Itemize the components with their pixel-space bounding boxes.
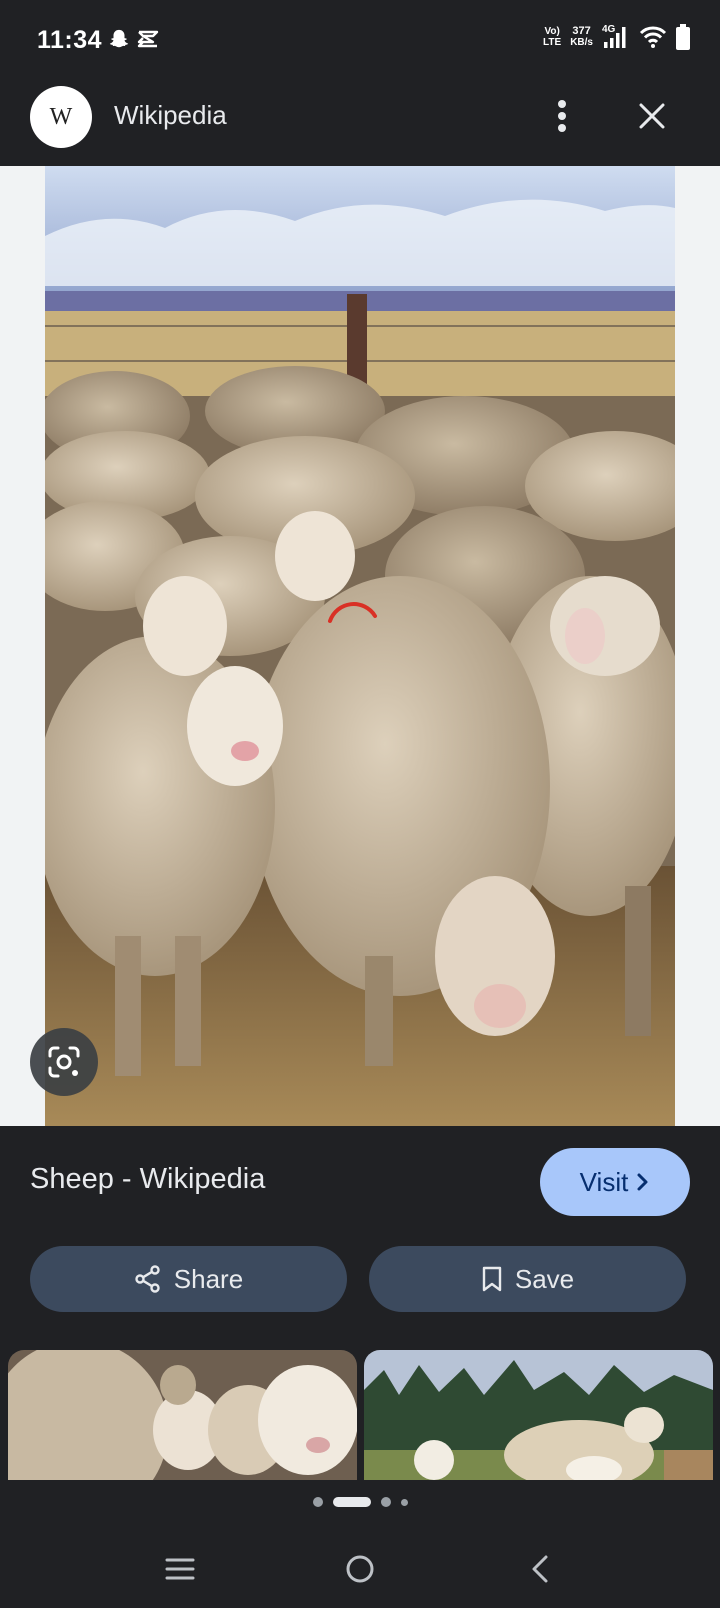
share-button[interactable]: Share [30, 1246, 347, 1312]
more-options-button[interactable] [542, 94, 582, 138]
related-image-sheep-closeup[interactable] [8, 1350, 357, 1480]
status-time: 11:34 [37, 26, 103, 54]
system-nav-bar [0, 1530, 720, 1608]
status-notification-icons [108, 28, 160, 50]
pager-dot-active [332, 1497, 371, 1507]
bookmark-icon [482, 1266, 502, 1292]
wifi-icon [639, 26, 667, 48]
more-vert-icon [558, 100, 566, 132]
signal-icon [604, 27, 626, 48]
status-bar: 11:34 Vo) LTE 377 KB/s 4G [0, 0, 720, 82]
signal-indicator: 4G [602, 24, 630, 50]
wikipedia-logo: W [49, 103, 73, 130]
save-label: Save [514, 1263, 575, 1294]
back-button[interactable] [510, 1539, 570, 1599]
recents-button[interactable] [150, 1539, 210, 1599]
site-title: Wikipedia [114, 100, 227, 130]
home-icon [346, 1555, 374, 1583]
related-image-sheep-field[interactable] [364, 1350, 713, 1480]
share-label: Share [173, 1263, 244, 1294]
pager-dot [400, 1498, 408, 1506]
site-avatar: W [30, 86, 92, 148]
close-icon [639, 103, 665, 129]
battery-icon [676, 24, 690, 50]
volte-indicator: Vo) LTE [543, 26, 562, 48]
chevron-right-icon [637, 1173, 648, 1191]
network-speed: 377 KB/s [570, 25, 593, 49]
sheep-image[interactable] [45, 166, 675, 1126]
pager-dot [312, 1497, 323, 1507]
close-button[interactable] [630, 94, 674, 138]
app-header: W Wikipedia [0, 82, 720, 166]
google-lens-button[interactable] [30, 1028, 98, 1096]
sheep-field-thumbnail [364, 1350, 713, 1480]
share-icon [135, 1265, 160, 1293]
pager-dot [380, 1497, 391, 1507]
recents-icon [165, 1558, 195, 1580]
sheep-closeup-thumbnail [8, 1350, 357, 1480]
status-system-icons: Vo) LTE 377 KB/s 4G [543, 24, 690, 50]
related-images [0, 1350, 720, 1480]
capcut-icon [137, 30, 159, 48]
back-icon [532, 1555, 548, 1583]
save-button[interactable]: Save [369, 1246, 686, 1312]
google-lens-icon [48, 1046, 80, 1078]
home-button[interactable] [330, 1539, 390, 1599]
visit-label: Visit [579, 1166, 629, 1197]
image-preview-area [0, 166, 720, 1126]
visit-button[interactable]: Visit [540, 1148, 690, 1216]
result-title: Sheep - Wikipedia [30, 1163, 266, 1195]
carousel-pager [0, 1497, 720, 1507]
snapchat-icon [109, 29, 129, 48]
